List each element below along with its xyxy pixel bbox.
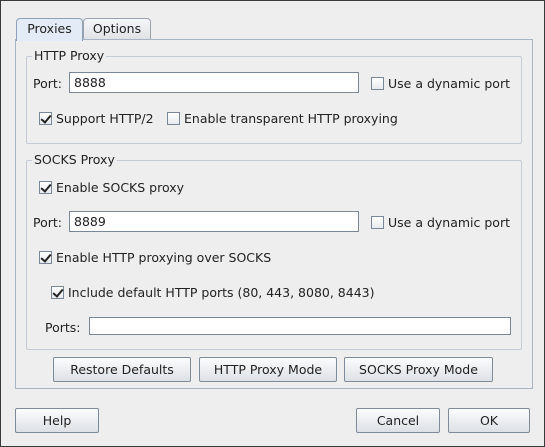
include-default-ports-label: Include default HTTP ports (80, 443, 808…: [68, 285, 375, 300]
help-button[interactable]: Help: [15, 408, 99, 433]
proxies-panel: HTTP Proxy Port: 8888 Use a dynamic port…: [15, 39, 533, 389]
include-default-ports-checkbox[interactable]: [51, 286, 64, 299]
http-proxy-title: HTTP Proxy: [32, 48, 107, 64]
http-proxy-group: HTTP Proxy Port: 8888 Use a dynamic port…: [26, 48, 522, 144]
http-dynamic-port-checkbox[interactable]: [371, 77, 384, 90]
http-over-socks-checkbox[interactable]: [39, 251, 52, 264]
socks-port-label: Port:: [33, 215, 62, 230]
transparent-proxying-label: Enable transparent HTTP proxying: [184, 111, 398, 126]
proxy-settings-dialog: Proxies Options HTTP Proxy Port: 8888 Us…: [0, 0, 545, 447]
socks-proxy-mode-button[interactable]: SOCKS Proxy Mode: [344, 357, 493, 382]
transparent-proxying-checkbox[interactable]: [167, 112, 180, 125]
tab-proxies[interactable]: Proxies: [16, 18, 83, 41]
http-over-socks-label: Enable HTTP proxying over SOCKS: [56, 250, 272, 265]
http-proxy-mode-button[interactable]: HTTP Proxy Mode: [199, 357, 337, 382]
cancel-button[interactable]: Cancel: [356, 408, 440, 433]
enable-socks-checkbox[interactable]: [39, 181, 52, 194]
socks-dynamic-port-label: Use a dynamic port: [388, 215, 510, 230]
http-dynamic-port-label: Use a dynamic port: [388, 76, 510, 91]
restore-defaults-button[interactable]: Restore Defaults: [53, 357, 191, 382]
socks-proxy-group: SOCKS Proxy Enable SOCKS proxy Port: 888…: [26, 152, 522, 350]
socks-port-input[interactable]: 8889: [69, 211, 359, 232]
http-port-label: Port:: [33, 76, 62, 91]
socks-ports-input[interactable]: [89, 317, 511, 335]
enable-socks-label: Enable SOCKS proxy: [56, 180, 185, 195]
http-port-input[interactable]: 8888: [69, 72, 359, 93]
socks-ports-label: Ports:: [45, 320, 81, 335]
tab-options[interactable]: Options: [83, 18, 151, 40]
ok-button[interactable]: OK: [448, 408, 530, 433]
socks-dynamic-port-checkbox[interactable]: [371, 216, 384, 229]
support-http2-label: Support HTTP/2: [56, 111, 154, 126]
support-http2-checkbox[interactable]: [39, 112, 52, 125]
socks-proxy-title: SOCKS Proxy: [32, 152, 117, 168]
